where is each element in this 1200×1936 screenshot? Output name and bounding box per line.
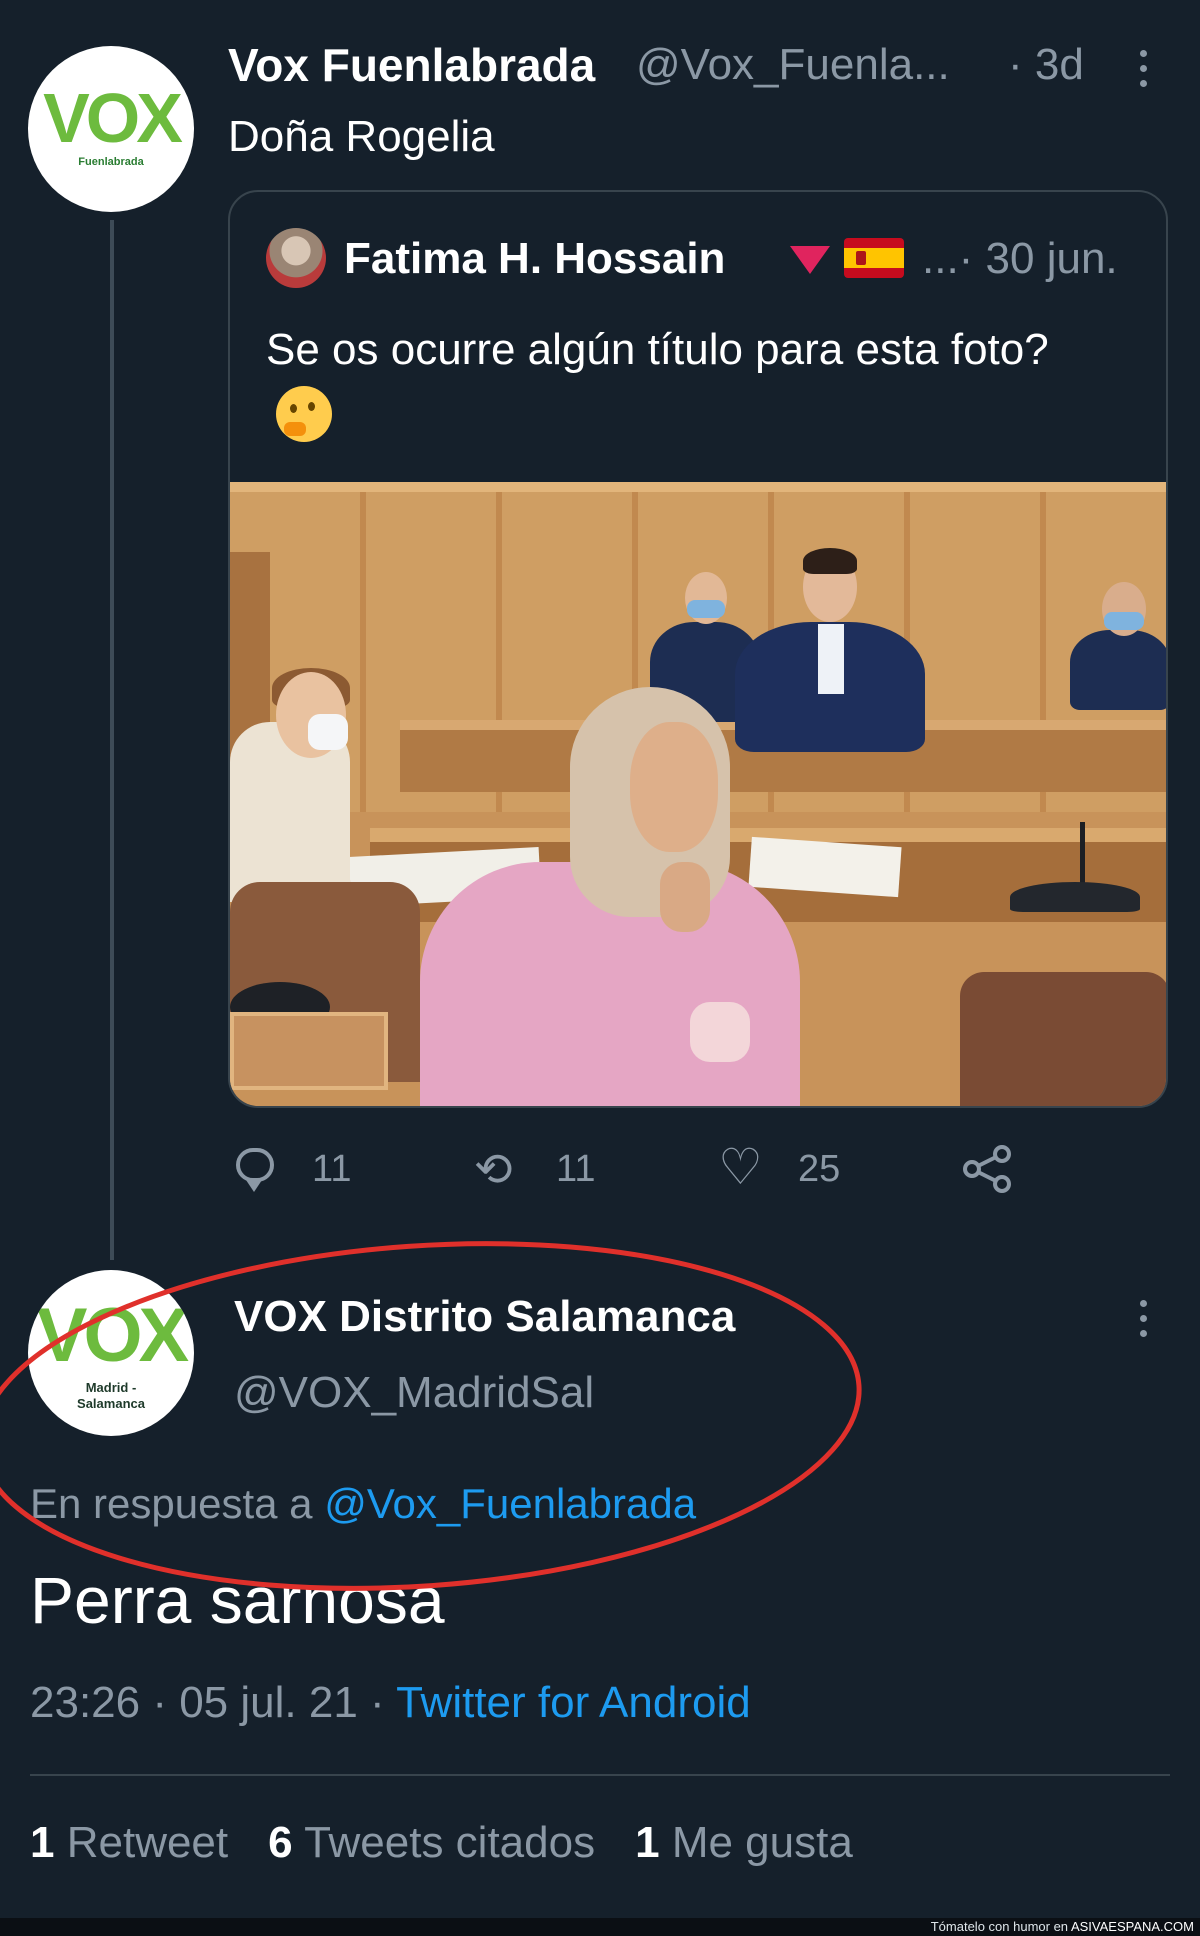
retweet-count: 11 bbox=[556, 1148, 596, 1190]
reply-count: 11 bbox=[312, 1148, 352, 1190]
thinking-face-icon bbox=[276, 386, 332, 442]
reply-stats: 1 Retweet 6 Tweets citados 1 Me gusta bbox=[30, 1818, 853, 1868]
heart-icon[interactable]: ♡ bbox=[718, 1138, 763, 1196]
watermark-prefix: Tómatelo con humor en bbox=[930, 1919, 1069, 1934]
red-triangle-icon bbox=[790, 246, 830, 274]
quoted-tweet-text-block: Se os ocurre algún título para esta foto… bbox=[266, 316, 1126, 452]
vox-logo-subtitle: Fuenlabrada bbox=[78, 156, 144, 168]
tweet-text: Doña Rogelia bbox=[228, 112, 495, 161]
author-avatar[interactable]: VOX Fuenlabrada bbox=[28, 46, 194, 212]
spain-flag-icon bbox=[844, 238, 904, 278]
retweet-icon[interactable]: ⟲ bbox=[474, 1142, 513, 1196]
quoted-author-avatar[interactable] bbox=[266, 228, 326, 288]
red-annotation-oval bbox=[0, 1241, 862, 1591]
retweets-stat[interactable]: 1 Retweet bbox=[30, 1818, 228, 1867]
more-options-icon[interactable] bbox=[1140, 50, 1148, 95]
quoted-tweet-card[interactable]: Fatima H. Hossain ...· 30 jun. Se os ocu… bbox=[228, 190, 1168, 1108]
reply-tweet-meta: 23:26 · 05 jul. 21 · Twitter for Android bbox=[30, 1678, 751, 1728]
tweet-author-handle[interactable]: @Vox_Fuenla... bbox=[636, 40, 950, 90]
more-options-icon[interactable] bbox=[1140, 1300, 1148, 1345]
thread-connector-line bbox=[110, 220, 114, 1260]
tweet-time[interactable]: · 3d bbox=[1008, 40, 1084, 90]
quoted-tweet-text: Se os ocurre algún título para esta foto… bbox=[266, 325, 1049, 374]
share-icon[interactable] bbox=[960, 1144, 1016, 1194]
reply-icon[interactable] bbox=[236, 1148, 274, 1192]
quoted-author-name[interactable]: Fatima H. Hossain bbox=[344, 234, 725, 284]
tweet-author-name[interactable]: Vox Fuenlabrada bbox=[228, 38, 595, 92]
like-count: 25 bbox=[798, 1148, 841, 1190]
watermark: Tómatelo con humor en ASIVAESPANA.COM bbox=[931, 1918, 1194, 1936]
watermark-site: ASIVAESPANA.COM bbox=[1070, 1919, 1194, 1934]
vox-logo-text: VOX bbox=[43, 79, 183, 157]
reply-source-link[interactable]: Twitter for Android bbox=[396, 1678, 751, 1727]
reply-timestamp[interactable]: 23:26 · 05 jul. 21 · bbox=[30, 1678, 385, 1727]
quote-tweets-stat[interactable]: 6 Tweets citados bbox=[268, 1818, 595, 1867]
quoted-tweet-time[interactable]: ...· 30 jun. bbox=[922, 234, 1118, 284]
likes-stat[interactable]: 1 Me gusta bbox=[635, 1818, 853, 1867]
divider bbox=[30, 1774, 1170, 1776]
quoted-tweet-photo[interactable] bbox=[230, 482, 1166, 1106]
